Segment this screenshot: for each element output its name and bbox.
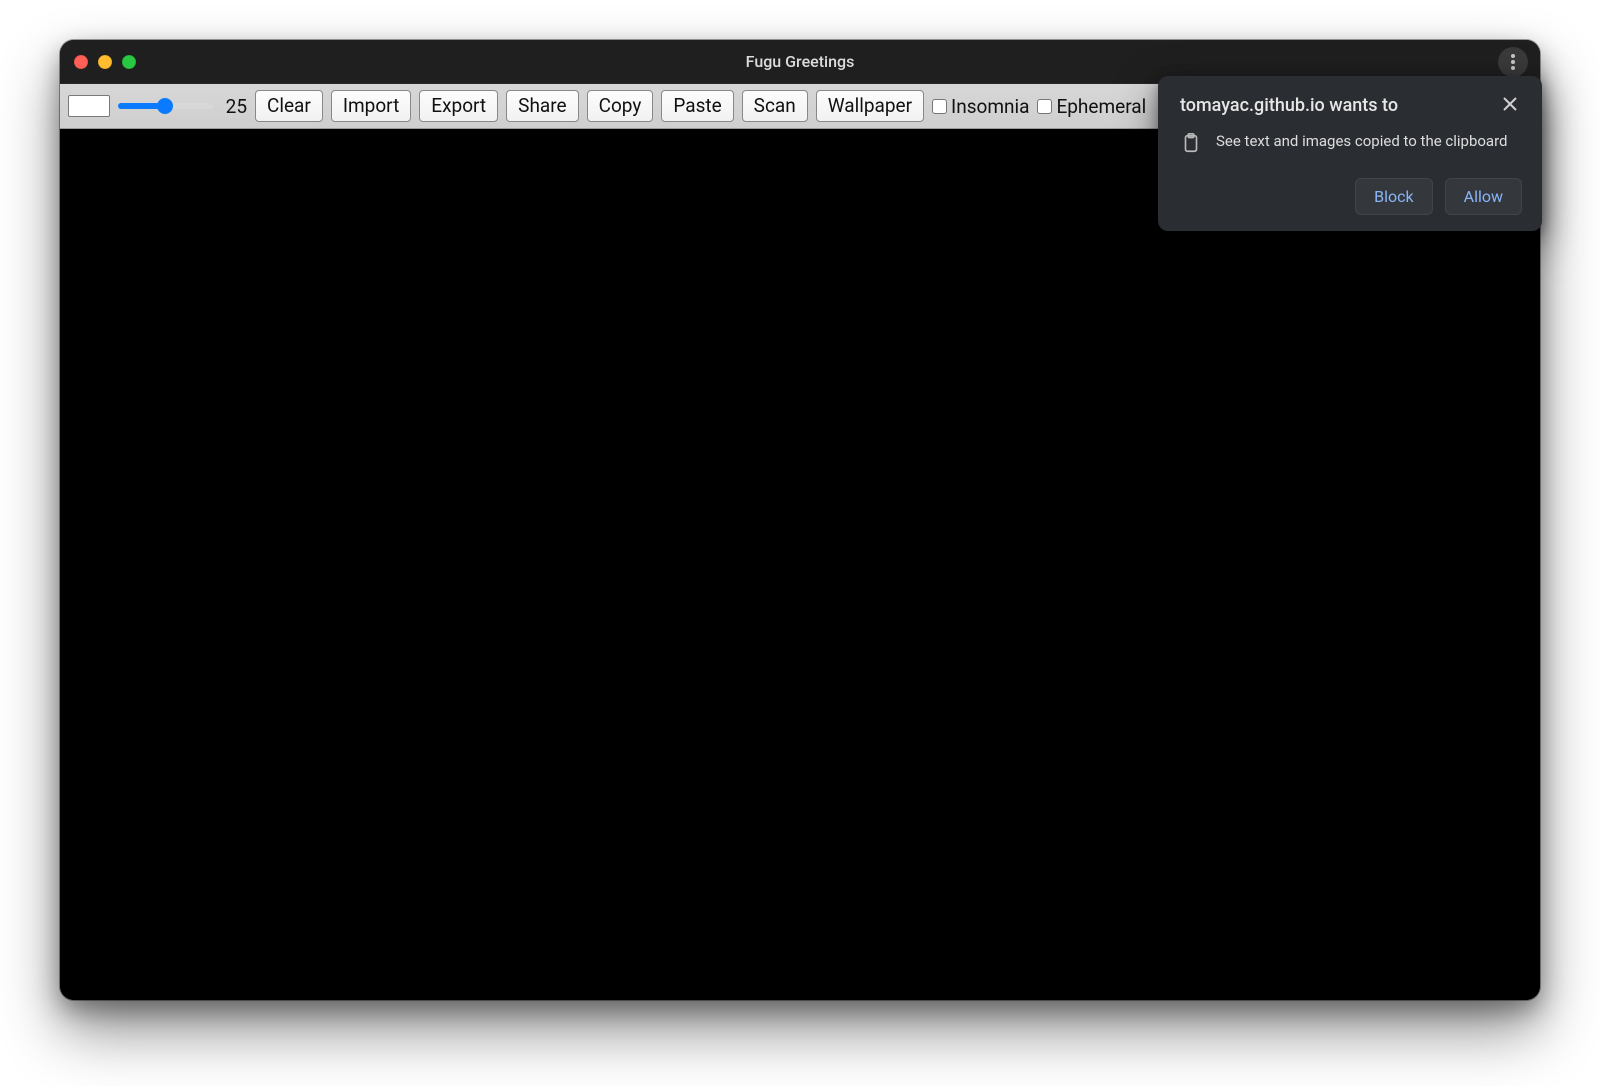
permission-origin: tomayac.github.io [1180, 95, 1325, 116]
permission-prompt: tomayac.github.io wants to See text and … [1158, 76, 1542, 231]
clear-button[interactable]: Clear [255, 90, 323, 123]
export-button[interactable]: Export [419, 90, 498, 123]
checkbox-icon [932, 99, 947, 114]
overflow-menu-button[interactable] [1498, 47, 1528, 77]
wallpaper-button[interactable]: Wallpaper [816, 90, 924, 123]
clipboard-icon [1180, 132, 1202, 154]
insomnia-label: Insomnia [951, 95, 1029, 118]
vertical-dots-icon [1511, 54, 1515, 70]
checkbox-icon [1037, 99, 1052, 114]
permission-description: See text and images copied to the clipbo… [1216, 131, 1508, 151]
permission-body: See text and images copied to the clipbo… [1180, 131, 1522, 154]
permission-actions: Block Allow [1180, 178, 1522, 215]
close-window-button[interactable] [74, 55, 88, 69]
brush-size-value: 25 [221, 95, 247, 118]
close-icon [1503, 97, 1517, 111]
permission-header: tomayac.github.io wants to [1180, 94, 1522, 117]
brush-size-slider[interactable] [118, 103, 213, 109]
permission-title: tomayac.github.io wants to [1180, 94, 1398, 117]
import-button[interactable]: Import [331, 90, 411, 123]
insomnia-toggle[interactable]: Insomnia [932, 95, 1029, 118]
ephemeral-toggle[interactable]: Ephemeral [1037, 95, 1146, 118]
fullscreen-window-button[interactable] [122, 55, 136, 69]
block-button[interactable]: Block [1355, 178, 1432, 215]
window-title: Fugu Greetings [746, 52, 855, 71]
permission-suffix: wants to [1325, 95, 1398, 116]
color-picker[interactable] [68, 95, 110, 117]
minimize-window-button[interactable] [98, 55, 112, 69]
paste-button[interactable]: Paste [661, 90, 733, 123]
ephemeral-label: Ephemeral [1056, 95, 1146, 118]
allow-button[interactable]: Allow [1445, 178, 1522, 215]
share-button[interactable]: Share [506, 90, 578, 123]
copy-button[interactable]: Copy [587, 90, 654, 123]
scan-button[interactable]: Scan [742, 90, 808, 123]
drawing-canvas[interactable] [60, 129, 1540, 1000]
permission-close-button[interactable] [1498, 92, 1522, 116]
window-controls [74, 55, 136, 69]
